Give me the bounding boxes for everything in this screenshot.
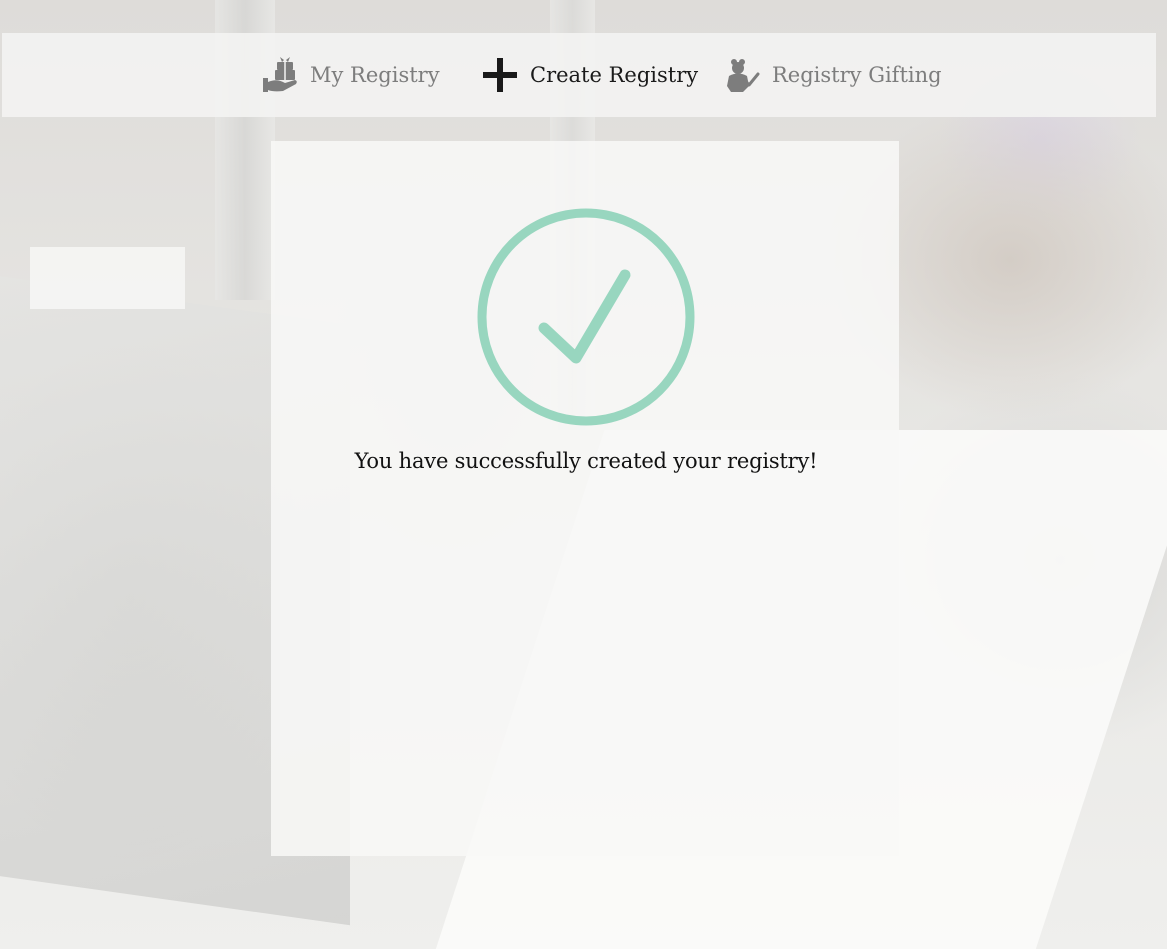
gift-stack-icon xyxy=(260,55,300,95)
nav-my-registry[interactable]: My Registry xyxy=(260,33,440,117)
page: My Registry Create Registry Registry Gif… xyxy=(0,0,1167,949)
success-message: You have successfully created your regis… xyxy=(354,449,818,473)
nav-label: Create Registry xyxy=(530,63,699,87)
check-circle-icon xyxy=(475,206,697,428)
nav-label: Registry Gifting xyxy=(772,63,942,87)
gift-bear-icon xyxy=(722,55,762,95)
background-gift-tag xyxy=(30,247,185,309)
nav-registry-gifting[interactable]: Registry Gifting xyxy=(722,33,942,117)
nav-create-registry[interactable]: Create Registry xyxy=(480,33,698,117)
nav-label: My Registry xyxy=(310,63,440,87)
confirmation-panel: You have successfully created your regis… xyxy=(271,141,899,856)
plus-icon xyxy=(480,55,520,95)
top-navigation: My Registry Create Registry Registry Gif… xyxy=(2,33,1156,117)
